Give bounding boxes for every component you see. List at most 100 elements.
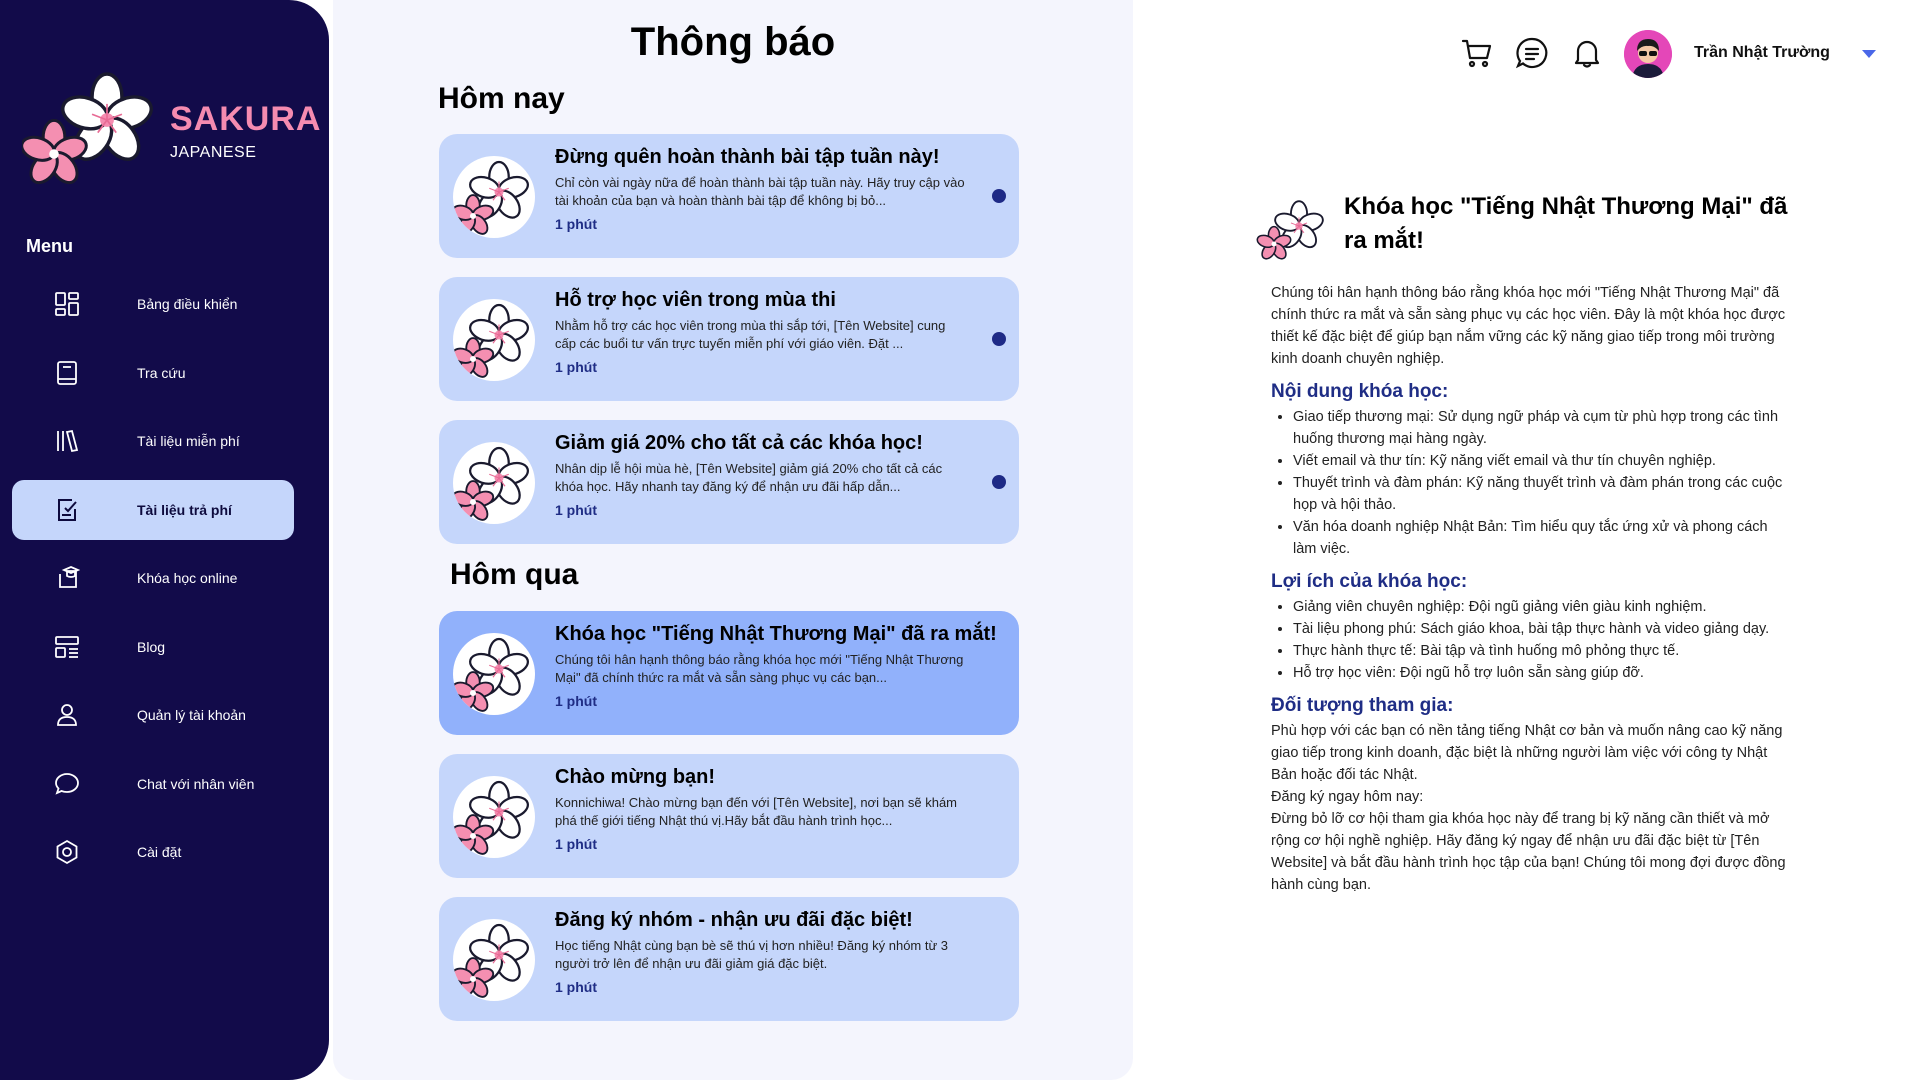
notification-detail: Chúng tôi hân hạnh thông báo rằng khóa h… bbox=[1271, 282, 1791, 896]
menu-title: Menu bbox=[26, 236, 73, 256]
sidebar-item-chat[interactable]: Chat với nhân viên bbox=[12, 754, 294, 814]
detail-closing-text: Đừng bỏ lỡ cơ hội tham gia khóa học này … bbox=[1271, 811, 1786, 893]
notification-title: Đừng quên hoàn thành bài tập tuần này! bbox=[555, 146, 940, 168]
notification-panel: Thông báo Hôm nay Đừng quên hoàn thành b… bbox=[333, 0, 1133, 1080]
detail-content-heading: Nội dung khóa học: bbox=[1271, 381, 1449, 402]
sakura-flower-icon bbox=[453, 446, 532, 524]
avatar-illustration bbox=[1624, 30, 1672, 78]
unread-dot bbox=[992, 475, 1006, 489]
sidebar-item-paid-docs[interactable]: Tài liệu trả phí bbox=[12, 479, 294, 540]
avatar[interactable] bbox=[1624, 30, 1672, 78]
sidebar-item-label: Tài liệu miễn phí bbox=[137, 433, 240, 449]
list-item: Văn hóa doanh nghiệp Nhật Bản: Tìm hiểu … bbox=[1293, 516, 1791, 560]
sidebar-item-label: Tài liệu trả phí bbox=[137, 501, 232, 518]
sidebar-nav: Bảng điều khiển Tra cứu Tài liệu miễn ph… bbox=[12, 274, 294, 891]
section-today: Hôm nay bbox=[438, 82, 565, 115]
chevron-down-icon[interactable] bbox=[1862, 50, 1876, 58]
detail-benefits-heading: Lợi ích của khóa học: bbox=[1271, 571, 1468, 592]
sidebar-item-dashboard[interactable]: Bảng điều khiển bbox=[12, 274, 294, 334]
sidebar: SAKURA JAPANESE Menu Bảng điều khiển Tra… bbox=[0, 0, 329, 1080]
notification-thumbnail bbox=[453, 299, 535, 381]
notification-body: Konnichiwa! Chào mừng bạn đến với [Tên W… bbox=[555, 795, 958, 828]
notification-time: 1 phút bbox=[555, 502, 597, 518]
paid-doc-icon bbox=[58, 498, 77, 521]
notification-body: Chỉ còn vài ngày nữa để hoàn thành bài t… bbox=[555, 175, 965, 208]
brand-name: SAKURA bbox=[170, 100, 322, 138]
user-name[interactable]: Trần Nhật Trường bbox=[1694, 44, 1830, 62]
user-icon bbox=[57, 704, 77, 726]
sidebar-item-label: Blog bbox=[137, 638, 166, 655]
detail-intro: Chúng tôi hân hạnh thông báo rằng khóa h… bbox=[1271, 285, 1786, 367]
notification-time: 1 phút bbox=[555, 979, 597, 995]
brand-logo[interactable]: SAKURA JAPANESE bbox=[22, 72, 322, 192]
unread-dot bbox=[992, 189, 1006, 203]
notification-time: 1 phút bbox=[555, 216, 597, 232]
sidebar-item-online-courses[interactable]: Khóa học online bbox=[12, 548, 294, 608]
sidebar-item-lookup[interactable]: Tra cứu bbox=[12, 343, 294, 403]
list-item: Giảng viên chuyên nghiệp: Đội ngũ giảng … bbox=[1293, 596, 1791, 618]
sakura-flower-icon bbox=[453, 780, 532, 858]
blog-icon bbox=[55, 635, 79, 658]
library-icon bbox=[57, 429, 79, 453]
notification-thumbnail bbox=[453, 776, 535, 858]
settings-icon bbox=[56, 839, 78, 865]
list-item: Hỗ trợ học viên: Đội ngũ hỗ trợ luôn sẵn… bbox=[1293, 662, 1791, 684]
notification-title: Đăng ký nhóm - nhận ưu đãi đặc biệt! bbox=[555, 909, 913, 931]
chat-icon bbox=[55, 772, 79, 795]
book-icon bbox=[57, 360, 77, 385]
notification-body: Nhân dịp lễ hội mùa hè, [Tên Website] gi… bbox=[555, 461, 943, 494]
notification-title: Chào mừng bạn! bbox=[555, 766, 716, 788]
notification-card[interactable]: Chào mừng bạn! Konnichiwa! Chào mừng bạn… bbox=[439, 754, 1019, 878]
sakura-flower-icon bbox=[453, 303, 532, 381]
brand-subtitle: JAPANESE bbox=[170, 144, 257, 161]
sidebar-item-account[interactable]: Quản lý tài khoản bbox=[12, 685, 294, 745]
notification-card[interactable]: Giảm giá 20% cho tất cả các khóa học! Nh… bbox=[439, 420, 1019, 544]
sidebar-item-free-docs[interactable]: Tài liệu miễn phí bbox=[12, 411, 294, 471]
bell-icon[interactable] bbox=[1570, 36, 1604, 70]
notification-body: Chúng tôi hân hạnh thông báo rằng khóa h… bbox=[555, 652, 964, 685]
detail-title: Khóa học "Tiếng Nhật Thương Mại" đã ra m… bbox=[1344, 193, 1788, 254]
sakura-flower-icon bbox=[453, 160, 532, 238]
sakura-flower-icon bbox=[453, 637, 532, 715]
cart-icon[interactable] bbox=[1460, 36, 1494, 70]
notification-thumbnail bbox=[453, 919, 535, 1001]
sidebar-item-label: Bảng điều khiển bbox=[137, 296, 238, 312]
sidebar-item-label: Tra cứu bbox=[137, 364, 186, 381]
page-title: Thông báo bbox=[630, 20, 836, 64]
notification-thumbnail bbox=[453, 633, 535, 715]
notification-card[interactable]: Đừng quên hoàn thành bài tập tuần này! C… bbox=[439, 134, 1019, 258]
content-list: Giao tiếp thương mại: Sử dụng ngữ pháp v… bbox=[1271, 406, 1791, 560]
notification-time: 1 phút bbox=[555, 836, 597, 852]
sidebar-item-settings[interactable]: Cài đặt bbox=[12, 822, 294, 882]
sidebar-item-label: Quản lý tài khoản bbox=[137, 707, 246, 723]
detail-audience-heading: Đối tượng tham gia: bbox=[1271, 695, 1454, 716]
sakura-flower-icon bbox=[22, 72, 157, 190]
detail-thumbnail bbox=[1254, 200, 1327, 260]
message-icon[interactable] bbox=[1515, 36, 1549, 70]
list-item: Thực hành thực tế: Bài tập và tình huống… bbox=[1293, 640, 1791, 662]
notification-time: 1 phút bbox=[555, 359, 597, 375]
notification-title: Khóa học "Tiếng Nhật Thương Mại" đã ra m… bbox=[555, 623, 997, 645]
benefits-list: Giảng viên chuyên nghiệp: Đội ngũ giảng … bbox=[1271, 596, 1791, 684]
dashboard-icon bbox=[55, 292, 79, 316]
sidebar-item-blog[interactable]: Blog bbox=[12, 617, 294, 677]
sakura-flower-icon bbox=[453, 923, 532, 1001]
section-yesterday: Hôm qua bbox=[450, 558, 579, 591]
list-item: Giao tiếp thương mại: Sử dụng ngữ pháp v… bbox=[1293, 406, 1791, 450]
list-item: Viết email và thư tín: Kỹ năng viết emai… bbox=[1293, 450, 1791, 472]
detail-signup-label: Đăng ký ngay hôm nay: bbox=[1271, 789, 1424, 805]
notification-card[interactable]: Đăng ký nhóm - nhận ưu đãi đặc biệt! Học… bbox=[439, 897, 1019, 1021]
notification-time: 1 phút bbox=[555, 693, 597, 709]
list-item: Tài liệu phong phú: Sách giáo khoa, bài … bbox=[1293, 618, 1791, 640]
notification-title: Giảm giá 20% cho tất cả các khóa học! bbox=[555, 432, 923, 454]
unread-dot bbox=[992, 332, 1006, 346]
notification-body: Học tiếng Nhật cùng bạn bè sẽ thú vị hơn… bbox=[555, 938, 949, 971]
notification-thumbnail bbox=[453, 442, 535, 524]
notification-thumbnail bbox=[453, 156, 535, 238]
notification-title: Hỗ trợ học viên trong mùa thi bbox=[555, 289, 836, 311]
notification-card-selected[interactable]: Khóa học "Tiếng Nhật Thương Mại" đã ra m… bbox=[439, 611, 1019, 735]
sidebar-item-label: Chat với nhân viên bbox=[137, 775, 255, 792]
notification-card[interactable]: Hỗ trợ học viên trong mùa thi Nhằm hỗ tr… bbox=[439, 277, 1019, 401]
sidebar-item-label: Cài đặt bbox=[137, 844, 182, 860]
notification-body: Nhằm hỗ trợ các học viên trong mùa thi s… bbox=[555, 318, 946, 351]
